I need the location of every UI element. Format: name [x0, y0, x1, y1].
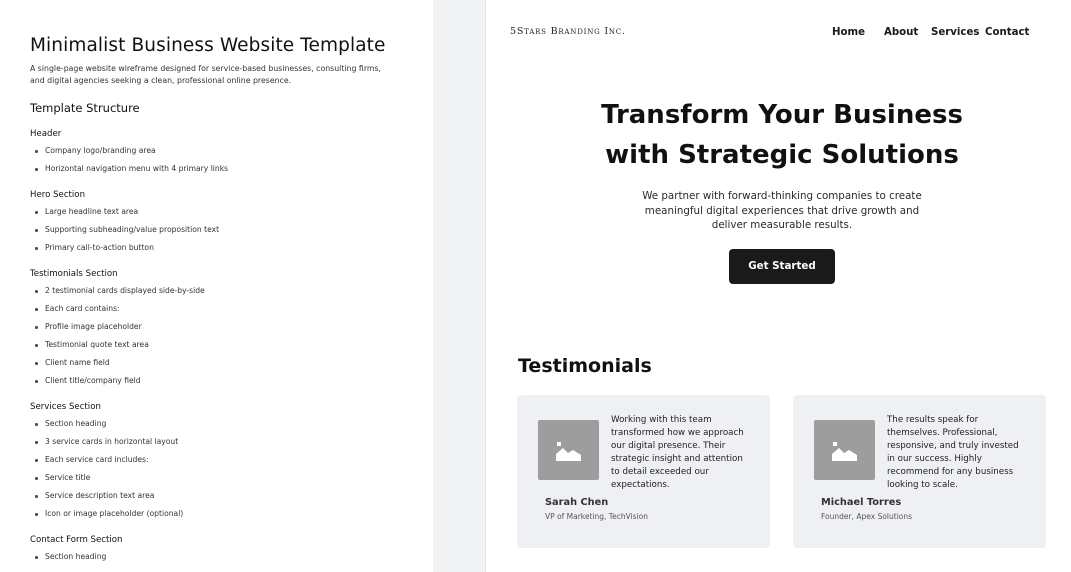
- testimonial-quote: The results speak for themselves. Profes…: [887, 415, 1019, 490]
- list-item: Client title/company field: [35, 376, 141, 385]
- hero-subheading: We partner with forward-thinking compani…: [642, 190, 922, 231]
- nav-link-home[interactable]: Home: [832, 27, 865, 38]
- list-item: Large headline text area: [34, 207, 139, 216]
- testimonials-heading: Testimonials: [518, 355, 652, 377]
- get-started-button[interactable]: Get Started: [729, 249, 835, 284]
- client-title: Founder, Apex Solutions: [821, 512, 913, 521]
- list-item: Supporting subheading/value proposition …: [34, 225, 220, 234]
- profile-image-placeholder: [814, 420, 875, 480]
- list-item: 3 service cards in horizontal layout: [34, 437, 179, 446]
- document-description: A single-page website wireframe designed…: [30, 64, 382, 85]
- testimonial-card: Working with this team transformed how w…: [517, 395, 770, 548]
- website-preview: 5Stars Branding Inc. Home About Services…: [486, 0, 1071, 572]
- section-heading-testimonials: Testimonials Section: [30, 269, 118, 279]
- brand-logo[interactable]: 5Stars Branding Inc.: [510, 26, 626, 37]
- section-heading-services: Services Section: [30, 402, 101, 412]
- client-name: Sarah Chen: [545, 497, 609, 508]
- list-item: Icon or image placeholder (optional): [34, 509, 184, 518]
- client-name: Michael Torres: [821, 497, 902, 508]
- list-item: Client name field: [35, 358, 110, 367]
- profile-image-placeholder: [538, 420, 599, 480]
- image-placeholder-icon: [832, 442, 857, 461]
- nav-link-services[interactable]: Services: [931, 27, 979, 38]
- list-item: Company logo/branding area: [35, 146, 156, 155]
- list-item: Horizontal navigation menu with 4 primar…: [34, 164, 229, 173]
- section-heading-header: Header: [30, 129, 62, 139]
- hero-headline-line2: with Strategic Solutions: [605, 140, 959, 170]
- list-item: Each service card includes:: [35, 455, 149, 464]
- list-item: Service title: [34, 473, 91, 482]
- nav-link-contact[interactable]: Contact: [985, 27, 1029, 38]
- list-item: Section heading: [34, 552, 107, 561]
- client-title: VP of Marketing, TechVision: [545, 512, 648, 521]
- structure-heading: Template Structure: [30, 101, 140, 115]
- list-item: Each card contains:: [35, 304, 120, 313]
- list-item: Service description text area: [34, 491, 155, 500]
- section-heading-contact: Contact Form Section: [30, 535, 123, 545]
- list-item: Section heading: [34, 419, 107, 428]
- testimonial-card: The results speak for themselves. Profes…: [793, 395, 1046, 548]
- list-item: Profile image placeholder: [35, 322, 142, 331]
- image-placeholder-icon: [556, 442, 581, 461]
- testimonial-quote: Working with this team transformed how w…: [611, 415, 744, 490]
- panel-divider[interactable]: [433, 0, 486, 572]
- document-title: Minimalist Business Website Template: [30, 35, 386, 56]
- list-item: 2 testimonial cards displayed side-by-si…: [35, 286, 205, 295]
- list-item: Primary call-to-action button: [35, 243, 154, 252]
- hero-headline: Transform Your Business with Strategic S…: [486, 95, 1071, 175]
- template-document: Minimalist Business Website Template A s…: [0, 0, 433, 572]
- section-heading-hero: Hero Section: [30, 190, 86, 200]
- nav-link-about[interactable]: About: [884, 27, 918, 38]
- list-item: Testimonial quote text area: [35, 340, 149, 349]
- hero-headline-line1: Transform Your Business: [601, 100, 963, 130]
